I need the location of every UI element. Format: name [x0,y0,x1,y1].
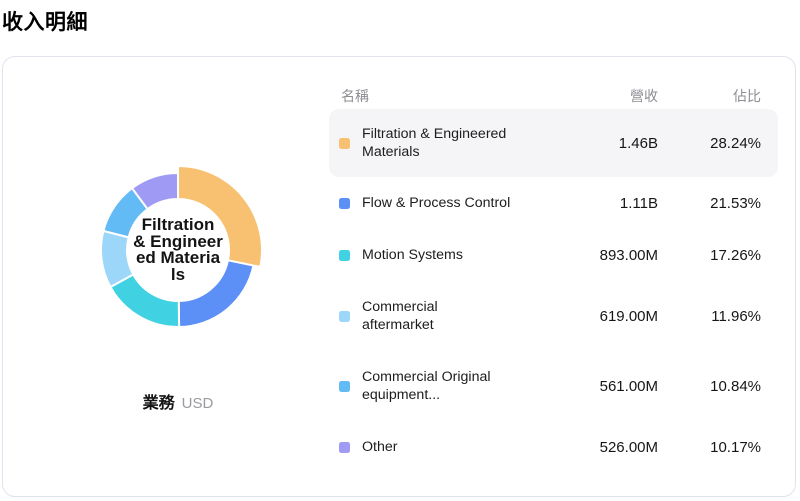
series-share: 11.96% [711,307,761,325]
series-share: 28.24% [710,134,761,152]
revenue-breakdown-card: Filtration & Engineer ed Materia ls 業務 US… [2,56,796,497]
series-name: Commercial Original equipment... [362,369,491,403]
currency-label: USD [181,395,214,412]
table-row[interactable]: Motion Systems 893.00M 17.26% [329,229,778,281]
series-share: 21.53% [710,194,761,212]
chart-caption: 業務 USD [68,389,288,413]
series-revenue: 1.46B [618,134,658,152]
header-share: 佔比 [733,88,761,104]
table-row[interactable]: Other 526.00M 10.17% [329,421,778,473]
series-color-marker [339,310,350,322]
series-revenue: 893.00M [599,246,658,264]
legend-table: 名稱 營收 佔比 Filtration & Engineered Materia… [329,57,778,473]
series-revenue: 561.00M [599,377,658,395]
series-share: 10.84% [710,377,761,395]
series-name: Commercial aftermarket [362,299,438,333]
series-name: Other [362,439,398,455]
table-row[interactable]: Flow & Process Control 1.11B 21.53% [329,177,778,229]
table-row[interactable]: Filtration & Engineered Materials 1.46B 28… [329,109,778,177]
series-share: 17.26% [710,246,761,264]
legend-table-header: 名稱 營收 佔比 [329,57,778,109]
legend-table-rows: Filtration & Engineered Materials 1.46B 28… [329,109,778,473]
header-revenue: 營收 [630,88,658,104]
header-name: 名稱 [341,88,369,104]
series-name: Motion Systems [362,247,463,263]
series-color-marker [339,137,350,149]
series-color-marker [339,441,350,453]
pie-slice-1[interactable] [177,259,255,328]
series-color-marker [339,197,350,209]
series-revenue: 526.00M [599,438,658,456]
series-name: Flow & Process Control [362,195,511,211]
series-share: 10.17% [710,438,761,456]
page-title: 收入明細 [2,11,88,34]
series-name: Filtration & Engineered Materials [362,126,507,160]
series-revenue: 1.11B [619,194,658,212]
table-row[interactable]: Commercial Original equipment... 561.00M 1… [329,351,778,421]
donut-chart-svg [100,165,263,328]
dimension-label: 業務 [142,395,175,412]
donut-chart: Filtration & Engineer ed Materia ls [68,140,288,360]
series-revenue: 619.00M [599,307,658,325]
series-color-marker [339,249,350,261]
table-row[interactable]: Commercial aftermarket 619.00M 11.96% [329,281,778,351]
pie-slice-0[interactable] [177,165,263,268]
series-color-marker [339,380,350,392]
